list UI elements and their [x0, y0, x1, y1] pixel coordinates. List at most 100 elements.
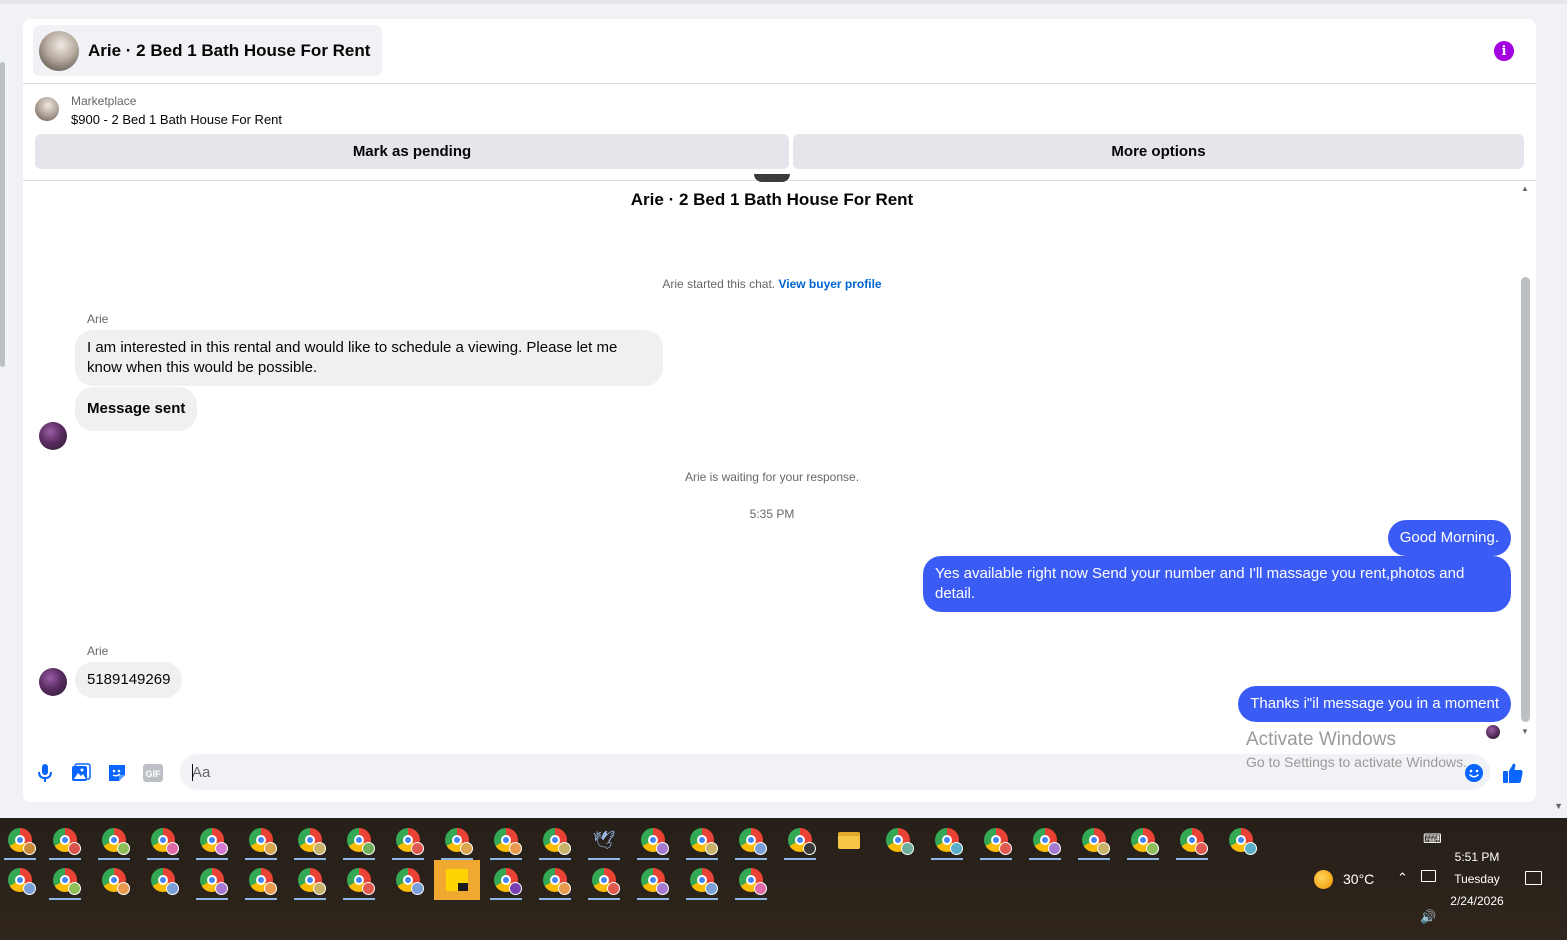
- chrome-taskbar-icon[interactable]: [339, 820, 379, 860]
- chrome-taskbar-icon[interactable]: [45, 860, 85, 900]
- message-bubble-incoming[interactable]: I am interested in this rental and would…: [75, 330, 663, 386]
- chat-header: Arie · 2 Bed 1 Bath House For Rent i: [23, 19, 1536, 84]
- chrome-taskbar-icon[interactable]: [486, 820, 526, 860]
- message-bubble-incoming[interactable]: Message sent: [75, 387, 198, 431]
- chrome-taskbar-icon[interactable]: [45, 820, 85, 860]
- message-input-wrapper[interactable]: [180, 754, 1490, 790]
- chrome-taskbar-icon[interactable]: [0, 820, 40, 860]
- sender-avatar[interactable]: [39, 668, 67, 696]
- weather-temperature[interactable]: 30°C: [1343, 871, 1374, 887]
- view-buyer-profile-link[interactable]: View buyer profile: [778, 277, 881, 291]
- message-sender-name: Arie: [87, 312, 109, 326]
- chrome-taskbar-icon[interactable]: [731, 820, 771, 860]
- text-cursor: [192, 764, 193, 781]
- chrome-taskbar-icon[interactable]: [682, 860, 722, 900]
- notifications-icon[interactable]: [1525, 871, 1542, 885]
- weather-sun-icon[interactable]: [1314, 870, 1333, 889]
- chrome-taskbar-icon[interactable]: [290, 860, 330, 900]
- microphone-icon[interactable]: [34, 762, 56, 784]
- chrome-taskbar-icon[interactable]: [927, 820, 967, 860]
- network-icon[interactable]: [1421, 870, 1436, 882]
- chrome-taskbar-icon[interactable]: [1172, 820, 1212, 860]
- app-taskbar-icon[interactable]: 🕊: [584, 820, 624, 860]
- emoji-icon[interactable]: [1463, 762, 1485, 784]
- chevron-up-icon[interactable]: ⌃: [1397, 870, 1408, 886]
- chrome-taskbar-icon[interactable]: [633, 820, 673, 860]
- thread-scrollbar-thumb[interactable]: [1521, 277, 1530, 722]
- file-explorer-icon[interactable]: [829, 820, 869, 860]
- chat-title-button[interactable]: Arie · 2 Bed 1 Bath House For Rent: [33, 25, 383, 76]
- chrome-taskbar-icon[interactable]: [535, 820, 575, 860]
- chrome-taskbar-icon[interactable]: [486, 860, 526, 900]
- chrome-taskbar-icon[interactable]: [339, 860, 379, 900]
- chrome-taskbar-icon[interactable]: [290, 820, 330, 860]
- chrome-taskbar-icon[interactable]: [143, 860, 183, 900]
- chat-panel: Arie · 2 Bed 1 Bath House For Rent i Mar…: [23, 19, 1536, 802]
- listing-banner: Marketplace $900 - 2 Bed 1 Bath House Fo…: [23, 85, 1536, 181]
- chrome-taskbar-icon[interactable]: [94, 860, 134, 900]
- message-timestamp: 5:35 PM: [749, 507, 795, 521]
- info-icon[interactable]: i: [1494, 41, 1514, 61]
- chrome-taskbar-icon[interactable]: [584, 860, 624, 900]
- sender-avatar[interactable]: [39, 422, 67, 450]
- message-bubble-incoming[interactable]: 5189149269: [75, 662, 183, 698]
- scroll-down-arrow[interactable]: ▼: [1521, 727, 1529, 736]
- clock-time: 5:51 PM: [1454, 850, 1500, 864]
- chrome-taskbar-icon[interactable]: [388, 820, 428, 860]
- clock-day: Tuesday: [1454, 872, 1500, 886]
- chrome-taskbar-icon[interactable]: [976, 820, 1016, 860]
- mark-as-pending-button[interactable]: Mark as pending: [35, 134, 789, 169]
- conversation-title: Arie · 2 Bed 1 Bath House For Rent: [630, 190, 914, 209]
- chrome-taskbar-icon[interactable]: [1025, 820, 1065, 860]
- chrome-taskbar-icon[interactable]: [192, 860, 232, 900]
- chrome-taskbar-icon[interactable]: [241, 820, 281, 860]
- chrome-taskbar-icon[interactable]: [731, 860, 771, 900]
- chrome-taskbar-icon[interactable]: [878, 820, 918, 860]
- chrome-taskbar-icon[interactable]: [682, 820, 722, 860]
- chrome-taskbar-icon[interactable]: [1074, 820, 1114, 860]
- sticker-icon[interactable]: [106, 762, 128, 784]
- chrome-taskbar-icon[interactable]: [0, 860, 40, 900]
- gif-icon[interactable]: GIF: [142, 762, 164, 784]
- chrome-taskbar-icon[interactable]: [535, 860, 575, 900]
- message-sender-name: Arie: [87, 644, 109, 658]
- chrome-taskbar-icon[interactable]: [633, 860, 673, 900]
- message-bubble-outgoing[interactable]: Yes available right now Send your number…: [923, 556, 1511, 612]
- gif-label: GIF: [146, 769, 162, 779]
- message-bubble-outgoing[interactable]: Good Morning.: [1387, 520, 1511, 556]
- chrome-taskbar-icon[interactable]: [437, 820, 477, 860]
- chrome-taskbar-icon[interactable]: [241, 860, 281, 900]
- listing-name[interactable]: $900 - 2 Bed 1 Bath House For Rent: [71, 112, 282, 127]
- volume-icon[interactable]: 🔊: [1420, 909, 1436, 925]
- listing-category: Marketplace: [71, 94, 137, 108]
- taskbar-clock[interactable]: 5:51 PM Tuesday 2/24/2026: [1442, 846, 1512, 912]
- chrome-taskbar-icon[interactable]: [388, 860, 428, 900]
- chrome-taskbar-icon[interactable]: [143, 820, 183, 860]
- browser-top-strip: [0, 0, 1567, 4]
- waiting-notice: Arie is waiting for your response.: [684, 470, 860, 484]
- page-scrollbar-thumb[interactable]: [0, 62, 5, 367]
- chrome-taskbar-icon[interactable]: [94, 820, 134, 860]
- listing-avatar: [39, 30, 79, 71]
- chat-started-text: Arie started this chat.: [662, 277, 776, 291]
- meet-now-icon[interactable]: ⌨: [1423, 831, 1442, 847]
- chrome-taskbar-icon[interactable]: [1123, 820, 1163, 860]
- more-options-button[interactable]: More options: [793, 134, 1524, 169]
- message-input[interactable]: [192, 754, 1452, 790]
- message-thread[interactable]: Arie · 2 Bed 1 Bath House For Rent Arie …: [23, 174, 1536, 754]
- chrome-taskbar-icon[interactable]: [192, 820, 232, 860]
- thumbs-up-icon[interactable]: [1502, 762, 1524, 784]
- photo-icon[interactable]: [70, 762, 92, 784]
- clock-date: 2/24/2026: [1450, 894, 1504, 908]
- chrome-taskbar-icon[interactable]: [1221, 820, 1261, 860]
- windows-taskbar: 🕊 ⌨ 30°C ⌃ 🔊 5:51 PM Tuesday 2/24/2026: [0, 818, 1567, 940]
- message-composer: GIF: [23, 754, 1536, 794]
- chat-title: Arie · 2 Bed 1 Bath House For Rent: [88, 40, 371, 60]
- chrome-taskbar-icon[interactable]: [780, 820, 820, 860]
- message-bubble-outgoing[interactable]: Thanks i"il message you in a moment: [1238, 686, 1511, 722]
- sticky-notes-icon[interactable]: [434, 860, 480, 900]
- page-scroll-down-arrow[interactable]: ▼: [1554, 801, 1563, 811]
- read-receipt-avatar: [1486, 725, 1500, 739]
- listing-thumbnail[interactable]: [35, 97, 59, 121]
- scroll-up-arrow[interactable]: ▲: [1521, 184, 1529, 193]
